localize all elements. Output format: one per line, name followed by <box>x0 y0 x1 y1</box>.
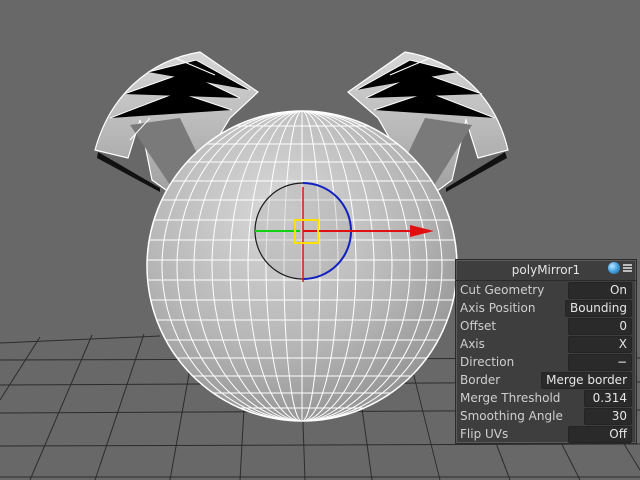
attr-label: Cut Geometry <box>460 283 545 297</box>
attr-label: Smoothing Angle <box>460 409 563 423</box>
attr-label: Direction <box>460 355 515 369</box>
panel-header: polyMirror1 <box>456 260 636 281</box>
node-name-title: polyMirror1 <box>511 263 581 277</box>
attr-label: Offset <box>460 319 497 333</box>
flip-uvs-field[interactable]: Off <box>568 425 632 443</box>
attr-row-merge-threshold: Merge Threshold 0.314 <box>456 389 636 407</box>
attr-label: Merge Threshold <box>460 391 561 405</box>
attr-row-border: Border Merge border <box>456 371 636 389</box>
attr-row-flip-uvs: Flip UVs Off <box>456 425 636 443</box>
attr-row-offset: Offset 0 <box>456 317 636 335</box>
attr-label: Axis <box>460 337 485 351</box>
attr-row-cut-geometry: Cut Geometry On <box>456 281 636 299</box>
attr-row-smoothing-angle: Smoothing Angle 30 <box>456 407 636 425</box>
offset-field[interactable]: 0 <box>568 317 632 335</box>
attr-label: Border <box>460 373 501 387</box>
attr-row-axis-position: Axis Position Bounding <box>456 299 636 317</box>
attr-label: Axis Position <box>460 301 536 315</box>
cut-geometry-field[interactable]: On <box>568 281 632 299</box>
border-dropdown[interactable]: Merge border <box>541 371 632 389</box>
polymirror-node-icon[interactable] <box>608 262 620 274</box>
merge-threshold-field[interactable]: 0.314 <box>584 389 632 407</box>
direction-dropdown[interactable]: − <box>568 353 632 371</box>
axis-position-dropdown[interactable]: Bounding <box>565 299 632 317</box>
panel-menu-icon[interactable] <box>623 262 632 274</box>
axis-dropdown[interactable]: X <box>568 335 632 353</box>
smoothing-angle-field[interactable]: 30 <box>584 407 632 425</box>
attr-row-direction: Direction − <box>456 353 636 371</box>
attr-row-axis: Axis X <box>456 335 636 353</box>
in-view-editor-panel: polyMirror1 Cut Geometry On Axis Positio… <box>455 259 637 444</box>
attr-label: Flip UVs <box>460 427 509 441</box>
